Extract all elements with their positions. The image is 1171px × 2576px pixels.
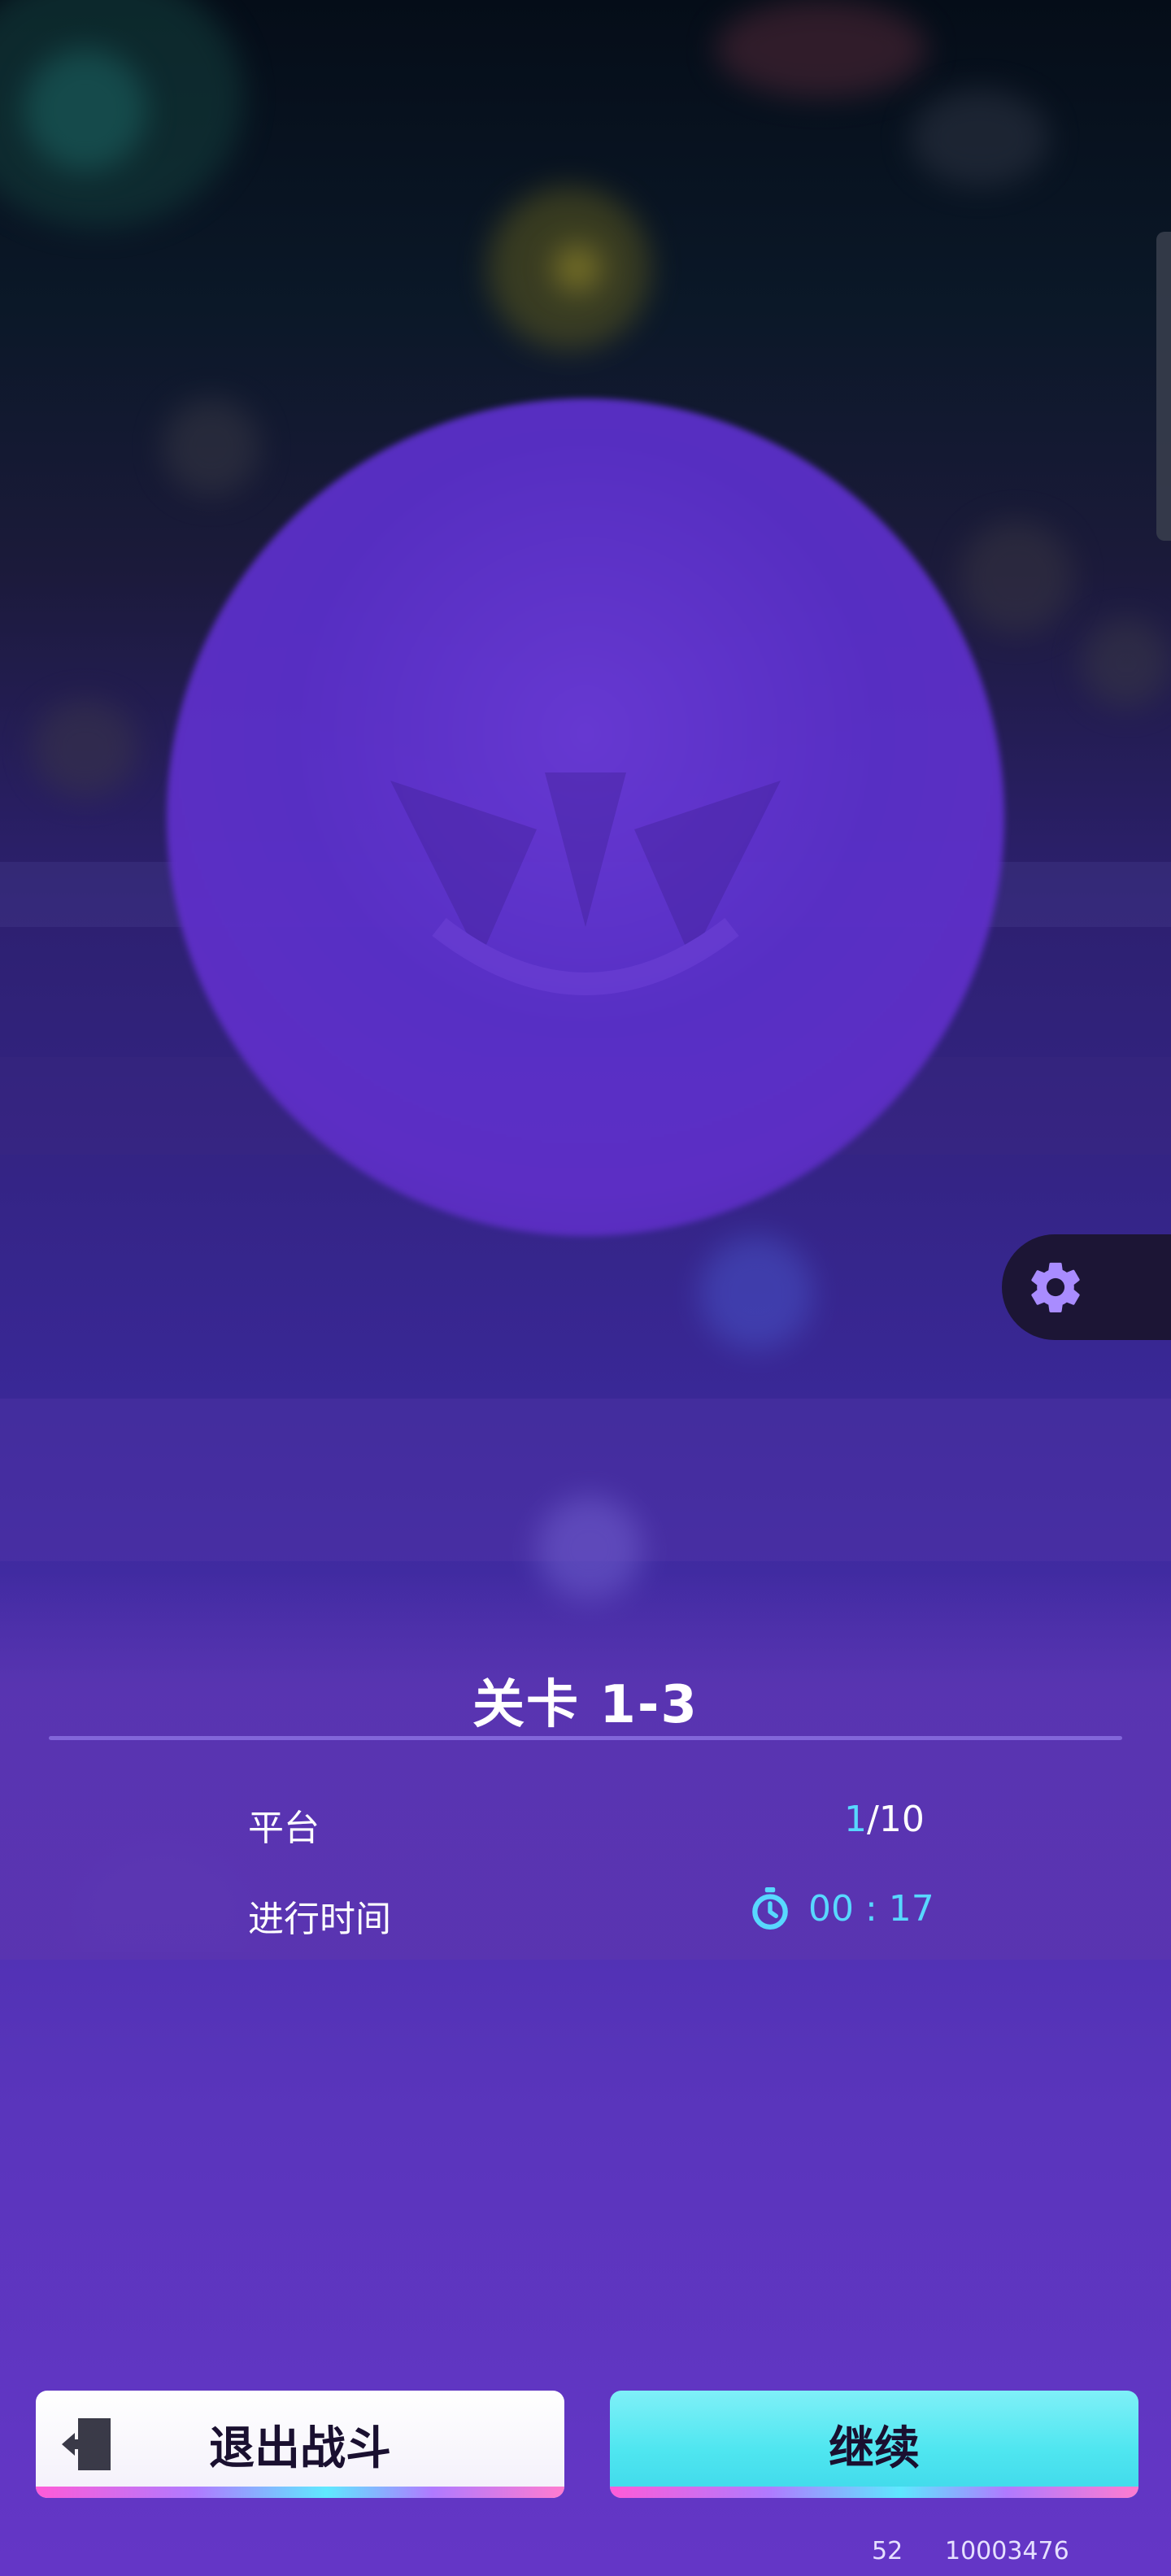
title-divider: [49, 1736, 1122, 1740]
settings-button[interactable]: [1002, 1234, 1171, 1340]
elapsed-time-text: 00 : 17: [808, 1887, 934, 1930]
continue-label: 继续: [829, 2422, 920, 2475]
exit-door-icon: [62, 2418, 111, 2470]
footer-number: 52: [872, 2537, 903, 2565]
stopwatch-icon: [752, 1887, 788, 1930]
elapsed-time-value: 00 : 17: [750, 1886, 934, 1930]
level-title: 关卡 1-3: [472, 1675, 699, 1735]
side-scroll-handle[interactable]: [1156, 232, 1171, 541]
gear-icon: [1031, 1262, 1080, 1312]
sphere-emblem-icon: [390, 772, 781, 995]
platform-label: 平台: [248, 1808, 320, 1849]
platform-total: /10: [867, 1799, 925, 1840]
pause-info-panel: [0, 1573, 1171, 1960]
platform-current: 1: [844, 1799, 867, 1840]
elapsed-time-label: 进行时间: [248, 1899, 391, 1940]
exit-battle-button[interactable]: 退出战斗: [36, 2391, 564, 2498]
footer-id: 10003476: [945, 2537, 1069, 2565]
continue-button[interactable]: 继续: [610, 2391, 1138, 2498]
platform-value: 1/10: [844, 1799, 925, 1840]
exit-battle-label: 退出战斗: [209, 2422, 391, 2475]
